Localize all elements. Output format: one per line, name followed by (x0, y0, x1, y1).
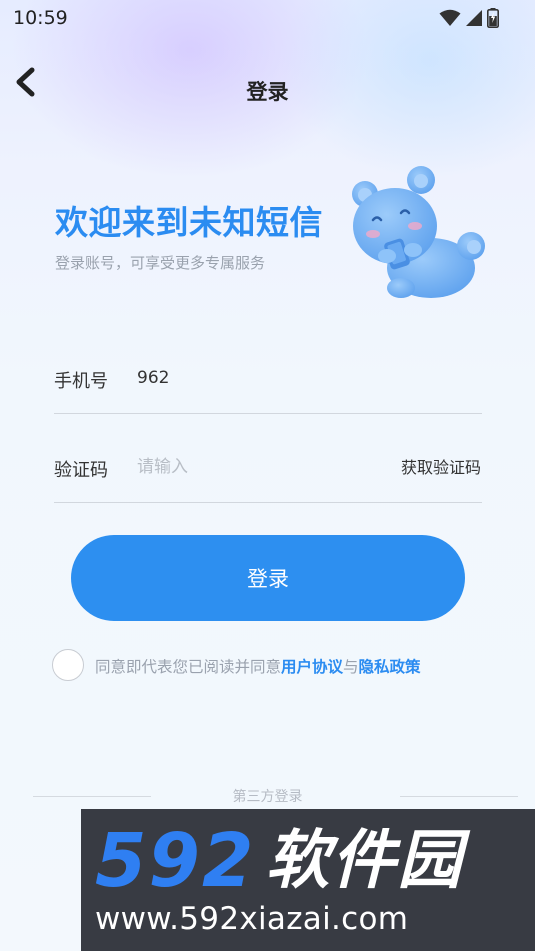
code-input[interactable] (137, 457, 357, 477)
watermark-logo: 592 软件园 (95, 821, 463, 901)
user-agreement-link[interactable]: 用户协议 (281, 658, 343, 676)
third-party-divider-right (400, 796, 518, 797)
battery-icon (487, 8, 499, 32)
phone-label: 手机号 (54, 371, 108, 392)
phone-input[interactable] (137, 368, 377, 388)
welcome-title: 欢迎来到未知短信 (55, 203, 323, 242)
watermark-number: 592 (95, 818, 256, 904)
bear-mascot (352, 166, 485, 298)
welcome-subtitle: 登录账号，可享受更多专属服务 (55, 254, 266, 272)
status-time: 10:59 (13, 7, 68, 29)
watermark-brand: 软件园 (265, 824, 464, 898)
code-divider (54, 502, 482, 503)
login-screen: 10:59 登录 欢迎来到未知短信 登录账号，可享受更多专属服务 手机号 962… (0, 0, 535, 951)
code-label: 验证码 (54, 460, 108, 481)
login-button[interactable]: 登录 (71, 535, 465, 621)
agreement-prefix: 同意即代表您已阅读并同意 (95, 658, 282, 676)
watermark-url: www.592xiazai.com (95, 901, 409, 937)
phone-divider (54, 413, 482, 414)
privacy-policy-link[interactable]: 隐私政策 (359, 658, 421, 676)
agreement-text: 同意即代表您已阅读并同意用户协议与隐私政策 (95, 655, 421, 677)
wifi-icon (439, 9, 461, 31)
status-bar: 10:59 (0, 0, 535, 36)
signal-icon (465, 9, 483, 31)
agreement-checkbox[interactable] (52, 649, 84, 681)
watermark-banner: 592 软件园 www.592xiazai.com (81, 809, 535, 951)
status-icons (439, 8, 499, 32)
get-code-button[interactable]: 获取验证码 (401, 454, 481, 478)
page-title: 登录 (246, 80, 289, 104)
agreement-conj: 与 (343, 658, 359, 676)
